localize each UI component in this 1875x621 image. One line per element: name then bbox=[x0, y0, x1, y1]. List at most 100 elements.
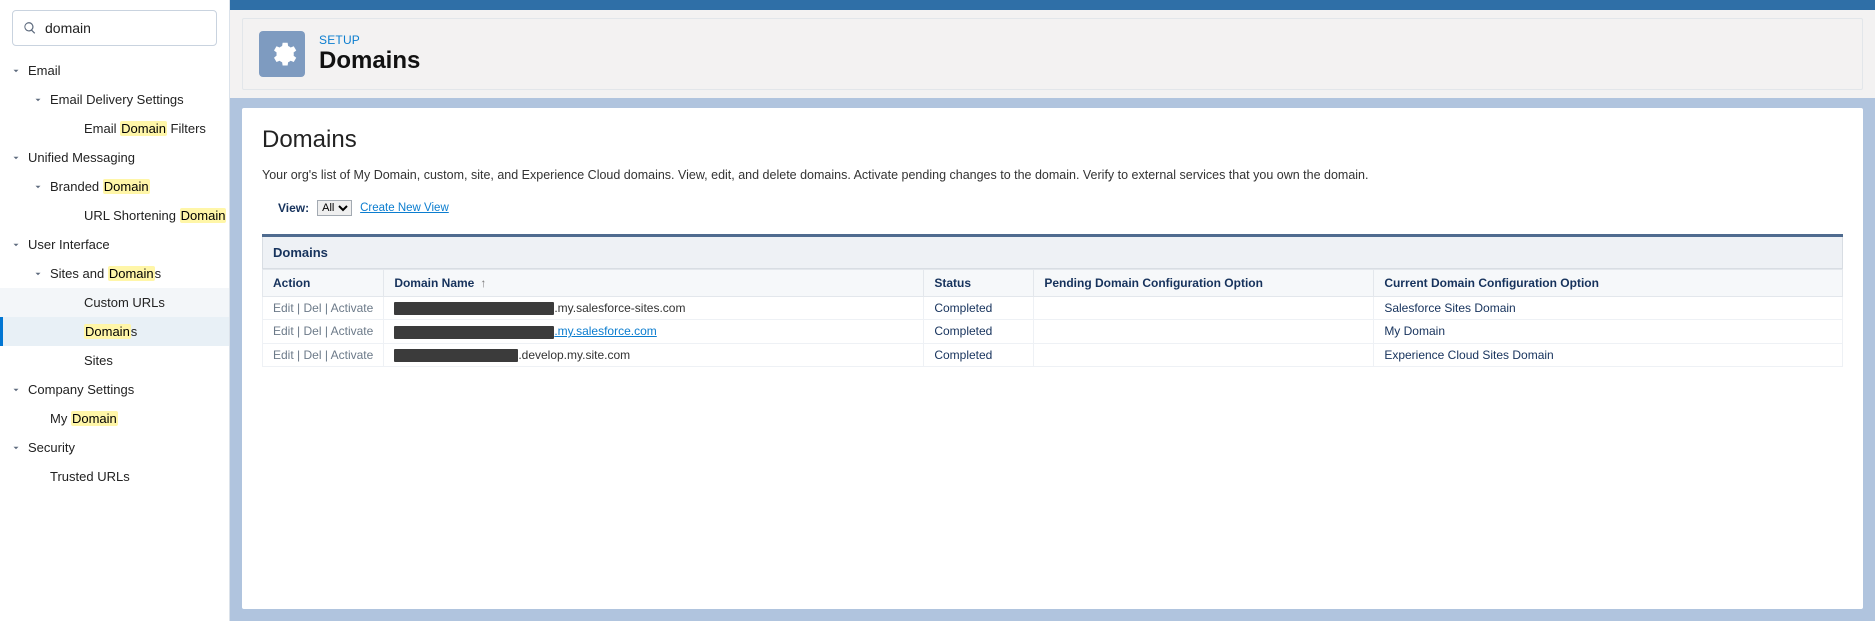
del-link[interactable]: Del bbox=[303, 324, 321, 338]
redacted-segment bbox=[394, 349, 518, 362]
chevron-down-icon[interactable] bbox=[30, 179, 46, 195]
header-band: SETUP Domains bbox=[230, 10, 1875, 98]
edit-link[interactable]: Edit bbox=[273, 324, 294, 338]
chevron-down-icon[interactable] bbox=[8, 382, 24, 398]
sidebar-item-label: My Domain bbox=[50, 411, 118, 426]
domains-table-wrap: Domains Action Domain Name↑ Status Pendi… bbox=[262, 234, 1843, 367]
sidebar-item-label: Domains bbox=[84, 324, 137, 339]
pending-cell bbox=[1034, 320, 1374, 343]
sidebar-item-security[interactable]: Security bbox=[0, 433, 229, 462]
sidebar-item-url-short[interactable]: URL Shortening Domain bbox=[0, 201, 229, 230]
current-cell: Salesforce Sites Domain bbox=[1374, 297, 1843, 320]
domain-name-cell: .my.salesforce.com bbox=[384, 320, 924, 343]
row-actions: Edit | Del | Activate bbox=[263, 297, 384, 320]
row-actions: Edit | Del | Activate bbox=[263, 320, 384, 343]
chevron-down-icon[interactable] bbox=[30, 266, 46, 282]
sidebar-item-custom-urls[interactable]: Custom URLs bbox=[0, 288, 229, 317]
del-link[interactable]: Del bbox=[303, 301, 321, 315]
view-label: View: bbox=[278, 201, 309, 215]
domains-table-title: Domains bbox=[262, 237, 1843, 269]
domain-name[interactable]: .my.salesforce.com bbox=[554, 324, 656, 338]
sidebar-item-label: Sites and Domains bbox=[50, 266, 161, 281]
sidebar-item-label: Email Domain Filters bbox=[84, 121, 206, 136]
sidebar-item-label: Unified Messaging bbox=[28, 150, 135, 165]
col-current[interactable]: Current Domain Configuration Option bbox=[1374, 270, 1843, 297]
sidebar-item-label: User Interface bbox=[28, 237, 110, 252]
pending-cell bbox=[1034, 343, 1374, 366]
table-row: Edit | Del | Activate.develop.my.site.co… bbox=[263, 343, 1843, 366]
page-header-text: SETUP Domains bbox=[319, 33, 420, 75]
sidebar-item-label: URL Shortening Domain bbox=[84, 208, 226, 223]
view-select[interactable]: All bbox=[317, 200, 352, 216]
sidebar-item-label: Custom URLs bbox=[84, 295, 165, 310]
quick-find-box[interactable] bbox=[12, 10, 217, 46]
page-title: Domains bbox=[319, 47, 420, 75]
sidebar-item-company[interactable]: Company Settings bbox=[0, 375, 229, 404]
sidebar-item-label: Branded Domain bbox=[50, 179, 150, 194]
content-area: SETUP Domains Domains Your org's list of… bbox=[230, 0, 1875, 621]
table-row: Edit | Del | Activate .my.salesforce-site… bbox=[263, 297, 1843, 320]
current-cell: My Domain bbox=[1374, 320, 1843, 343]
domain-name-cell: .develop.my.site.com bbox=[384, 343, 924, 366]
sidebar-item-my-domain[interactable]: My Domain bbox=[0, 404, 229, 433]
col-pending[interactable]: Pending Domain Configuration Option bbox=[1034, 270, 1374, 297]
domains-table: Action Domain Name↑ Status Pending Domai… bbox=[262, 269, 1843, 367]
domain-name-cell: .my.salesforce-sites.com bbox=[384, 297, 924, 320]
chevron-down-icon[interactable] bbox=[8, 440, 24, 456]
sort-asc-icon: ↑ bbox=[480, 276, 486, 290]
col-action[interactable]: Action bbox=[263, 270, 384, 297]
sidebar-item-label: Trusted URLs bbox=[50, 469, 130, 484]
edit-link[interactable]: Edit bbox=[273, 348, 294, 362]
redacted-segment bbox=[394, 302, 554, 315]
chevron-down-icon[interactable] bbox=[30, 92, 46, 108]
sidebar-item-trusted-urls[interactable]: Trusted URLs bbox=[0, 462, 229, 491]
edit-link[interactable]: Edit bbox=[273, 301, 294, 315]
sidebar-item-branded[interactable]: Branded Domain bbox=[0, 172, 229, 201]
setup-sidebar: Email Email Delivery Settings Email Domain… bbox=[0, 0, 230, 621]
sidebar-item-email[interactable]: Email bbox=[0, 56, 229, 85]
sidebar-item-domains[interactable]: Domains bbox=[0, 317, 229, 346]
top-strip bbox=[230, 0, 1875, 10]
create-new-view-link[interactable]: Create New View bbox=[360, 202, 449, 214]
status-cell: Completed bbox=[924, 320, 1034, 343]
chevron-down-icon[interactable] bbox=[8, 150, 24, 166]
quick-find-input[interactable] bbox=[13, 11, 216, 45]
status-cell: Completed bbox=[924, 343, 1034, 366]
sidebar-item-sites[interactable]: Sites bbox=[0, 346, 229, 375]
del-link[interactable]: Del bbox=[303, 348, 321, 362]
activate-link[interactable]: Activate bbox=[331, 324, 374, 338]
chevron-down-icon[interactable] bbox=[8, 63, 24, 79]
status-cell: Completed bbox=[924, 297, 1034, 320]
current-cell: Experience Cloud Sites Domain bbox=[1374, 343, 1843, 366]
page-heading: Domains bbox=[262, 126, 1843, 154]
view-row: View: All Create New View bbox=[262, 200, 1843, 216]
page-description: Your org's list of My Domain, custom, si… bbox=[262, 168, 1843, 182]
redacted-segment bbox=[394, 326, 554, 339]
activate-link[interactable]: Activate bbox=[331, 301, 374, 315]
sidebar-item-ui[interactable]: User Interface bbox=[0, 230, 229, 259]
sidebar-item-label: Security bbox=[28, 440, 75, 455]
pending-cell bbox=[1034, 297, 1374, 320]
setup-tree: Email Email Delivery Settings Email Domain… bbox=[0, 56, 229, 621]
sidebar-item-label: Email Delivery Settings bbox=[50, 92, 184, 107]
activate-link[interactable]: Activate bbox=[331, 348, 374, 362]
search-icon bbox=[23, 21, 37, 35]
page-body: Domains Your org's list of My Domain, cu… bbox=[242, 108, 1863, 609]
table-row: Edit | Del | Activate .my.salesforce.com C… bbox=[263, 320, 1843, 343]
sidebar-item-label: Company Settings bbox=[28, 382, 134, 397]
setup-gear-icon bbox=[259, 31, 305, 77]
sidebar-item-email-dom-filt[interactable]: Email Domain Filters bbox=[0, 114, 229, 143]
page-header-card: SETUP Domains bbox=[242, 18, 1863, 90]
domain-name: .my.salesforce-sites.com bbox=[554, 301, 685, 315]
page-eyebrow: SETUP bbox=[319, 33, 420, 47]
row-actions: Edit | Del | Activate bbox=[263, 343, 384, 366]
sidebar-item-email-del[interactable]: Email Delivery Settings bbox=[0, 85, 229, 114]
col-status[interactable]: Status bbox=[924, 270, 1034, 297]
sidebar-item-sites-dom[interactable]: Sites and Domains bbox=[0, 259, 229, 288]
sidebar-item-label: Email bbox=[28, 63, 61, 78]
sidebar-item-label: Sites bbox=[84, 353, 113, 368]
chevron-down-icon[interactable] bbox=[8, 237, 24, 253]
sidebar-item-unified[interactable]: Unified Messaging bbox=[0, 143, 229, 172]
search-wrap bbox=[0, 0, 229, 56]
col-domain[interactable]: Domain Name↑ bbox=[384, 270, 924, 297]
